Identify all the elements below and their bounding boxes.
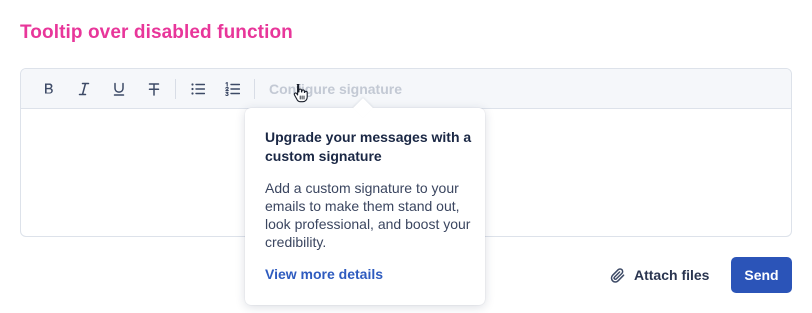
bullet-list-button[interactable] — [180, 74, 215, 104]
configure-signature-button[interactable]: Configure signature — [269, 81, 402, 97]
strikethrough-icon — [148, 82, 159, 96]
numbered-list-button[interactable] — [215, 74, 250, 104]
numbered-list-icon — [225, 81, 240, 96]
italic-button[interactable] — [66, 74, 101, 104]
formatting-toolbar: Configure signature — [21, 69, 791, 109]
page-title: Tooltip over disabled function — [20, 22, 293, 43]
tooltip-title: Upgrade your messages with a custom sign… — [265, 129, 472, 164]
send-button[interactable]: Send — [731, 257, 792, 293]
italic-icon — [78, 82, 89, 95]
attach-files-button[interactable]: Attach files — [610, 264, 709, 286]
hand-pointer-icon — [293, 83, 308, 103]
bold-icon — [44, 83, 53, 93]
bullet-list-icon — [190, 82, 205, 95]
attach-files-label: Attach files — [634, 267, 710, 283]
view-more-details-link[interactable]: View more details — [265, 266, 383, 282]
toolbar-divider — [254, 78, 255, 99]
tooltip-description: Add a custom signature to your emails to… — [265, 180, 471, 250]
upgrade-tooltip: Upgrade your messages with a custom sign… — [245, 98, 485, 305]
toolbar-divider — [175, 78, 176, 99]
paperclip-icon — [610, 267, 625, 283]
strikethrough-button[interactable] — [136, 74, 171, 104]
underline-icon — [113, 82, 124, 96]
bold-button[interactable] — [31, 74, 66, 104]
underline-button[interactable] — [101, 74, 136, 104]
